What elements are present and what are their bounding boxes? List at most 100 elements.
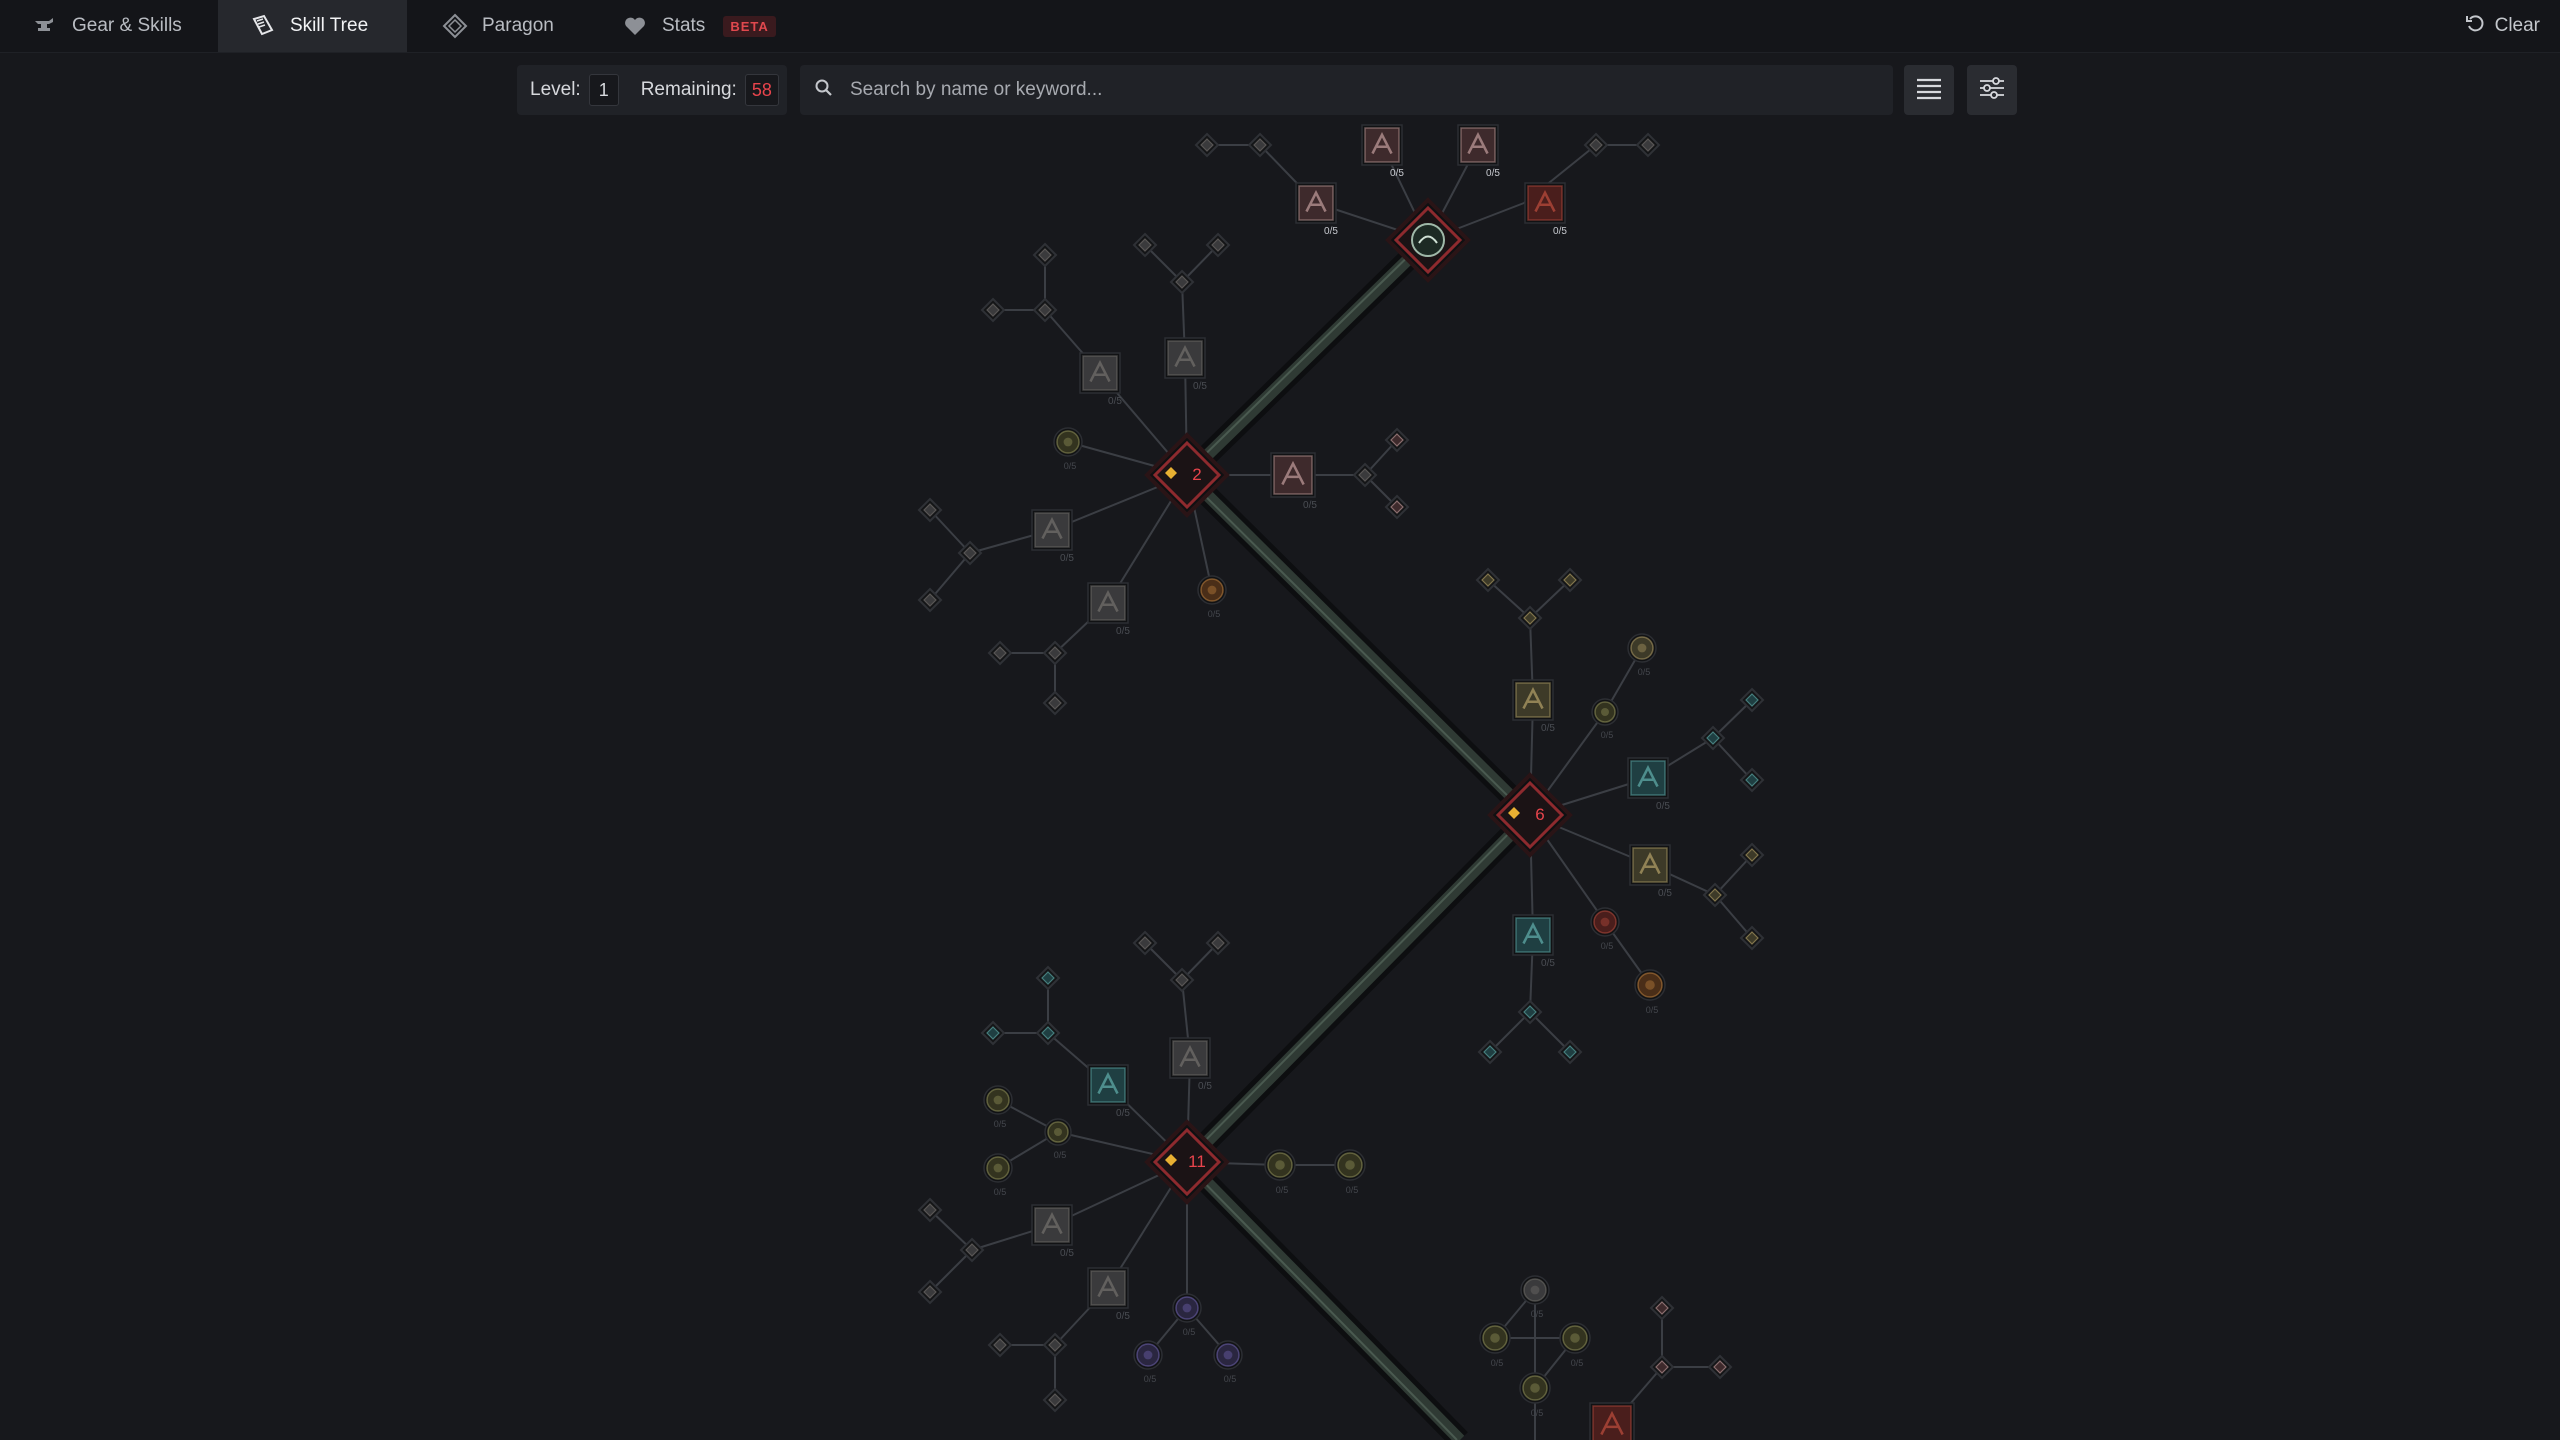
skill-node[interactable]: 0/5 [1031, 1204, 1074, 1259]
skill-node[interactable]: 0/5 [1031, 509, 1074, 564]
passive-node[interactable]: 0/5 [1479, 1322, 1511, 1368]
rank-counter: 0/5 [1531, 1408, 1544, 1418]
rank-counter: 0/5 [1390, 168, 1404, 179]
passive-node[interactable]: 0/5 [1519, 1372, 1551, 1418]
skill-node[interactable]: 0/5 [1629, 844, 1672, 899]
tree-link [929, 1249, 973, 1293]
trunk-segment [1182, 470, 1535, 820]
passive-glyph-icon [1570, 1333, 1580, 1343]
rank-counter: 0/5 [1198, 1081, 1212, 1092]
rank-counter: 0/5 [1491, 1358, 1504, 1368]
modifier-node[interactable] [1707, 1354, 1733, 1380]
skill-node-basic-3[interactable]: 0/5 [1295, 182, 1338, 237]
passive-node[interactable]: 0/5 [1559, 1322, 1591, 1368]
rank-counter: 0/5 [1116, 1108, 1130, 1119]
passive-glyph-icon [1063, 437, 1073, 447]
rank-counter: 0/5 [1144, 1374, 1157, 1384]
passive-node[interactable]: 0/5 [1044, 1118, 1072, 1160]
passive-node[interactable]: 0/5 [1627, 633, 1657, 677]
passive-glyph-icon [1490, 1333, 1500, 1343]
passive-node[interactable]: 0/5 [1264, 1149, 1296, 1195]
modifier-node[interactable] [1583, 132, 1609, 158]
rank-counter: 0/5 [1531, 1309, 1544, 1319]
passive-node[interactable]: 0/5 [1197, 575, 1227, 619]
passive-glyph-icon [1600, 917, 1610, 927]
class-sigil-icon [1411, 223, 1445, 257]
skill-node[interactable]: 0/5 [1512, 679, 1555, 734]
skill-node[interactable]: 0/5 [1087, 1064, 1130, 1119]
modifier-node[interactable] [987, 640, 1013, 666]
rank-counter: 0/5 [1571, 1358, 1584, 1368]
passive-glyph-icon [1054, 1128, 1062, 1136]
passive-glyph-icon [1530, 1285, 1540, 1295]
passive-node[interactable]: 0/5 [1591, 698, 1619, 740]
modifier-node[interactable] [1035, 965, 1061, 991]
modifier-node[interactable] [1194, 132, 1220, 158]
skill-node[interactable]: 0/5 [1270, 452, 1317, 511]
skill-node[interactable]: 0/5 [1589, 1402, 1636, 1440]
passive-glyph-icon [1645, 980, 1655, 990]
passive-glyph-icon [1601, 708, 1609, 716]
passive-glyph-icon [1207, 585, 1217, 595]
passive-glyph-icon [1275, 1160, 1285, 1170]
modifier-node[interactable] [1042, 690, 1068, 716]
passive-glyph-icon [993, 1163, 1003, 1173]
skill-node-basic-4[interactable]: 0/5 [1524, 182, 1567, 237]
tree-link [929, 552, 971, 601]
modifier-node[interactable] [1649, 1295, 1675, 1321]
modifier-node[interactable] [1032, 242, 1058, 268]
rank-counter: 0/5 [1303, 500, 1317, 511]
rank-counter: 0/5 [1601, 730, 1614, 740]
rank-counter: 0/5 [994, 1187, 1007, 1197]
hub-requirement: 11 [1188, 1152, 1206, 1171]
passive-glyph-icon [1182, 1303, 1192, 1313]
rank-counter: 0/5 [1183, 1327, 1196, 1337]
passive-node[interactable]: 0/5 [1213, 1340, 1243, 1384]
passive-glyph-icon [993, 1095, 1003, 1105]
rank-counter: 0/5 [1193, 381, 1207, 392]
rank-counter: 0/5 [1601, 941, 1614, 951]
rank-counter: 0/5 [1060, 1248, 1074, 1259]
rank-counter: 0/5 [1541, 958, 1555, 969]
passive-node[interactable]: 0/5 [1334, 1149, 1366, 1195]
passive-glyph-icon [1223, 1350, 1233, 1360]
passive-node[interactable]: 0/5 [1133, 1340, 1163, 1384]
rank-counter: 0/5 [1224, 1374, 1237, 1384]
rank-counter: 0/5 [1108, 396, 1122, 407]
trunk-highlight [1183, 814, 1528, 1163]
rank-counter: 0/5 [1486, 168, 1500, 179]
passive-glyph-icon [1345, 1160, 1355, 1170]
tree-link [929, 509, 971, 554]
rank-counter: 0/5 [994, 1119, 1007, 1129]
rank-counter: 0/5 [1064, 461, 1077, 471]
rank-counter: 0/5 [1324, 226, 1338, 237]
skill-node-basic-1[interactable]: 0/5 [1361, 124, 1404, 179]
skill-node[interactable]: 0/5 [1079, 352, 1122, 407]
passive-node[interactable]: 0/5 [1590, 907, 1620, 951]
tree-trunk [1179, 232, 1538, 1440]
modifier-node[interactable] [1042, 1387, 1068, 1413]
trunk-segment [1182, 1157, 1465, 1440]
passive-glyph-icon [1530, 1383, 1540, 1393]
skill-node[interactable]: 0/5 [1627, 757, 1670, 812]
skill-node[interactable]: 0/5 [1512, 914, 1555, 969]
rank-counter: 0/5 [1541, 723, 1555, 734]
skill-node[interactable]: 0/5 [1169, 1037, 1212, 1092]
rank-counter: 0/5 [1646, 1005, 1659, 1015]
rank-counter: 0/5 [1656, 801, 1670, 812]
trunk-highlight [1183, 1161, 1458, 1440]
passive-node[interactable]: 0/5 [983, 1153, 1013, 1197]
passive-node[interactable]: 0/5 [983, 1085, 1013, 1129]
passive-node[interactable]: 0/5 [1053, 427, 1083, 471]
modifier-node[interactable] [980, 297, 1006, 323]
passive-node[interactable]: 0/5 [1634, 969, 1666, 1015]
skill-node[interactable]: 0/5 [1087, 582, 1130, 637]
modifier-node[interactable] [987, 1332, 1013, 1358]
passive-node[interactable]: 0/5 [1172, 1293, 1202, 1337]
skill-node[interactable]: 0/5 [1087, 1267, 1130, 1322]
rank-counter: 0/5 [1054, 1150, 1067, 1160]
passive-node[interactable]: 0/5 [1520, 1275, 1550, 1319]
modifier-node[interactable] [980, 1020, 1006, 1046]
modifier-node[interactable] [1635, 132, 1661, 158]
rank-counter: 0/5 [1276, 1185, 1289, 1195]
